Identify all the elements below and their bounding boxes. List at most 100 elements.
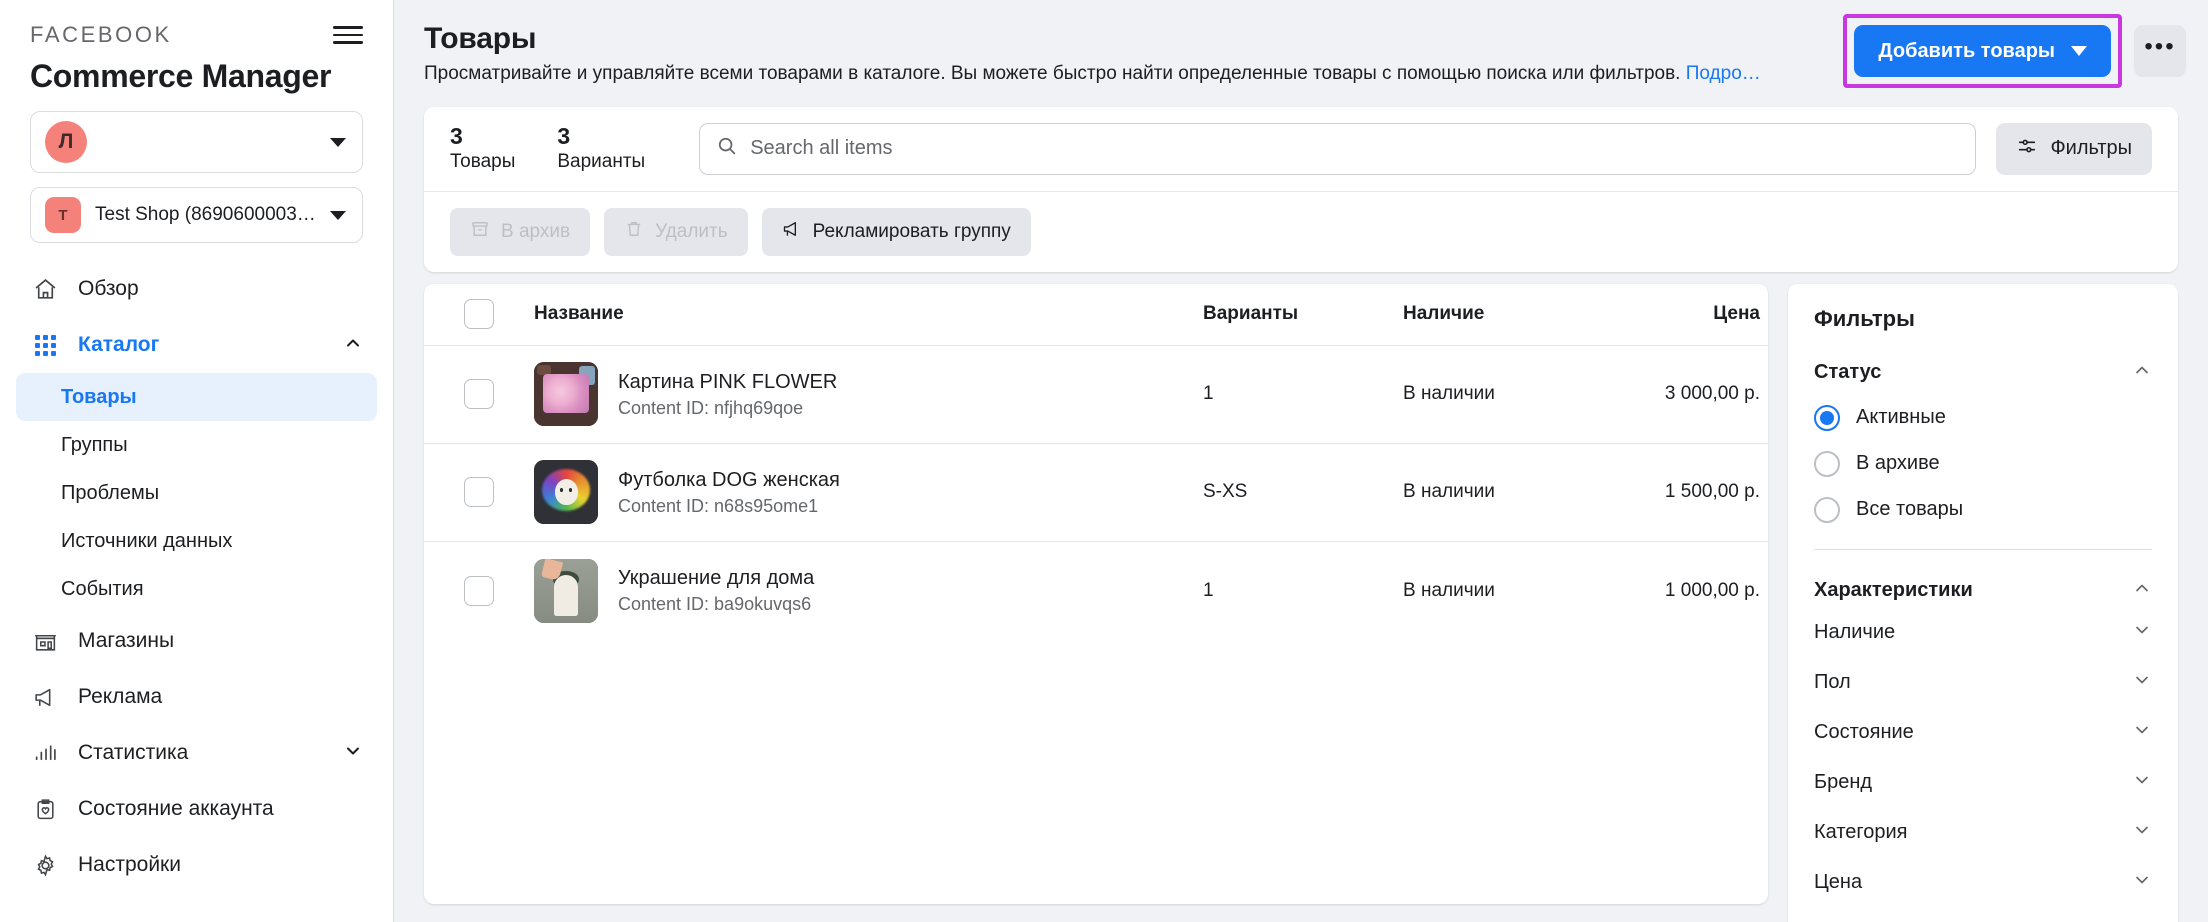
filter-section-attributes[interactable]: Характеристики — [1814, 578, 2152, 603]
chevron-up-icon — [2132, 360, 2152, 385]
clipboard-heart-icon — [30, 797, 60, 822]
overflow-menu-button[interactable]: ••• — [2134, 25, 2186, 77]
hamburger-icon[interactable] — [333, 23, 363, 47]
ellipsis-icon: ••• — [2144, 33, 2176, 60]
shop-picker[interactable]: T Test Shop (869060000348… — [30, 187, 363, 243]
trash-icon — [624, 219, 644, 245]
row-checkbox[interactable] — [464, 379, 494, 410]
product-variants: S-XS — [1203, 481, 1248, 503]
attribute-label: Цена — [1814, 871, 1863, 894]
archive-button[interactable]: В архив — [450, 207, 591, 256]
product-name-cell: Картина PINK FLOWER Content ID: nfjhq69q… — [534, 362, 1203, 427]
chevron-down-icon — [2132, 620, 2152, 645]
sidebar-item-shops[interactable]: Магазины — [0, 613, 393, 669]
attribute-label: Категория — [1814, 821, 1908, 844]
app-root: FACEBOOK Commerce Manager Л T Test Shop … — [0, 0, 2208, 922]
chevron-down-icon — [330, 210, 346, 220]
account-picker[interactable]: Л — [30, 111, 363, 173]
chevron-down-icon — [2071, 46, 2087, 56]
products-count-label: Товары — [450, 151, 516, 173]
table-row[interactable]: Картина PINK FLOWER Content ID: nfjhq69q… — [424, 346, 1768, 444]
table-row[interactable]: Футболка DOG женская Content ID: n68s95o… — [424, 444, 1768, 542]
sidebar-item-insights[interactable]: Статистика — [0, 725, 393, 781]
filter-section-status-label: Статус — [1814, 360, 1882, 383]
status-option-label: Все товары — [1856, 498, 1964, 521]
sidebar-item-label: Каталог — [78, 333, 160, 356]
column-header-price[interactable]: Цена — [1618, 303, 1768, 325]
filters-toggle-button[interactable]: Фильтры — [1996, 122, 2152, 175]
add-products-button[interactable]: Добавить товары — [1854, 25, 2111, 77]
attribute-gender[interactable]: Пол — [1814, 663, 2152, 703]
sidebar-item-events[interactable]: События — [16, 565, 377, 613]
delete-button[interactable]: Удалить — [604, 207, 748, 256]
product-name-block: Картина PINK FLOWER Content ID: nfjhq69q… — [618, 370, 837, 419]
column-header-name[interactable]: Название — [534, 303, 1203, 325]
status-option-archived[interactable]: В архиве — [1814, 450, 2152, 477]
divider — [1814, 548, 2152, 550]
sidebar-item-label: Обзор — [78, 277, 139, 300]
column-header-variants[interactable]: Варианты — [1203, 303, 1403, 325]
attribute-label: Пол — [1814, 671, 1851, 694]
content-area: Название Варианты Наличие Цена Картина P… — [424, 283, 2178, 922]
delete-label: Удалить — [655, 220, 728, 242]
table-row[interactable]: Украшение для дома Content ID: ba9okuvqs… — [424, 542, 1768, 640]
attribute-label: Наличие — [1814, 621, 1896, 644]
sidebar-item-account-quality[interactable]: Состояние аккаунта — [0, 781, 393, 837]
attribute-brand[interactable]: Бренд — [1814, 763, 2152, 803]
archive-icon — [470, 219, 490, 245]
sidebar-item-products[interactable]: Товары — [16, 373, 377, 421]
chevron-up-icon — [343, 333, 363, 358]
row-checkbox[interactable] — [464, 575, 494, 606]
status-option-label: Активные — [1856, 406, 1946, 429]
chevron-down-icon — [343, 741, 363, 766]
sidebar-item-groups[interactable]: Группы — [16, 421, 377, 469]
sidebar-item-overview[interactable]: Обзор — [0, 261, 393, 317]
sidebar-item-settings[interactable]: Настройки — [0, 837, 393, 893]
chevron-down-icon — [2132, 720, 2152, 745]
sidebar-item-ads[interactable]: Реклама — [0, 669, 393, 725]
shop-avatar: T — [45, 197, 81, 233]
search-box[interactable] — [699, 122, 1977, 175]
radio-icon[interactable] — [1814, 496, 1840, 523]
grid-icon — [30, 334, 60, 356]
highlight-box: Добавить товары — [1843, 14, 2122, 88]
attribute-price[interactable]: Цена — [1814, 863, 2152, 903]
chevron-down-icon — [2132, 670, 2152, 695]
select-all-checkbox[interactable] — [464, 299, 494, 330]
column-header-availability[interactable]: Наличие — [1403, 303, 1618, 325]
status-option-all[interactable]: Все товары — [1814, 496, 2152, 523]
archive-label: В архив — [501, 220, 571, 242]
attribute-category[interactable]: Категория — [1814, 813, 2152, 853]
sidebar-subitem-label: Товары — [61, 385, 137, 408]
sidebar-nav: Обзор Каталог Товары Группы Проблемы Ист… — [0, 261, 393, 893]
row-checkbox[interactable] — [464, 477, 494, 508]
promote-group-button[interactable]: Рекламировать группу — [761, 207, 1031, 256]
main-content: Товары Просматривайте и управляйте всеми… — [394, 0, 2208, 922]
row-select-cell — [424, 379, 534, 410]
attribute-availability[interactable]: Наличие — [1814, 613, 2152, 653]
sidebar-item-issues[interactable]: Проблемы — [16, 469, 377, 517]
sidebar-item-label: Настройки — [78, 853, 181, 876]
sidebar-item-label: Реклама — [78, 685, 163, 708]
product-title: Украшение для дома — [618, 567, 815, 590]
filters-panel-title: Фильтры — [1814, 305, 1915, 331]
product-name-cell: Футболка DOG женская Content ID: n68s95o… — [534, 460, 1203, 525]
search-input[interactable] — [750, 137, 1960, 161]
filter-section-status[interactable]: Статус — [1814, 360, 2152, 385]
sidebar-item-label: Магазины — [78, 629, 175, 652]
chevron-down-icon — [330, 137, 346, 147]
product-name-block: Украшение для дома Content ID: ba9okuvqs… — [618, 566, 814, 615]
sidebar-item-data-sources[interactable]: Источники данных — [16, 517, 377, 565]
product-thumbnail — [534, 460, 598, 525]
row-select-cell — [424, 477, 534, 508]
radio-icon[interactable] — [1814, 450, 1840, 477]
attribute-condition[interactable]: Состояние — [1814, 713, 2152, 753]
radio-icon[interactable] — [1814, 404, 1840, 431]
status-option-active[interactable]: Активные — [1814, 404, 2152, 431]
product-content-id: Content ID: ba9okuvqs6 — [618, 594, 812, 615]
product-name-cell: Украшение для дома Content ID: ba9okuvqs… — [534, 558, 1203, 623]
bar-chart-icon — [30, 741, 60, 766]
learn-more-link[interactable]: Подро… — [1686, 63, 1761, 84]
sidebar-item-catalog[interactable]: Каталог — [0, 317, 393, 373]
sliders-icon — [2016, 135, 2038, 163]
